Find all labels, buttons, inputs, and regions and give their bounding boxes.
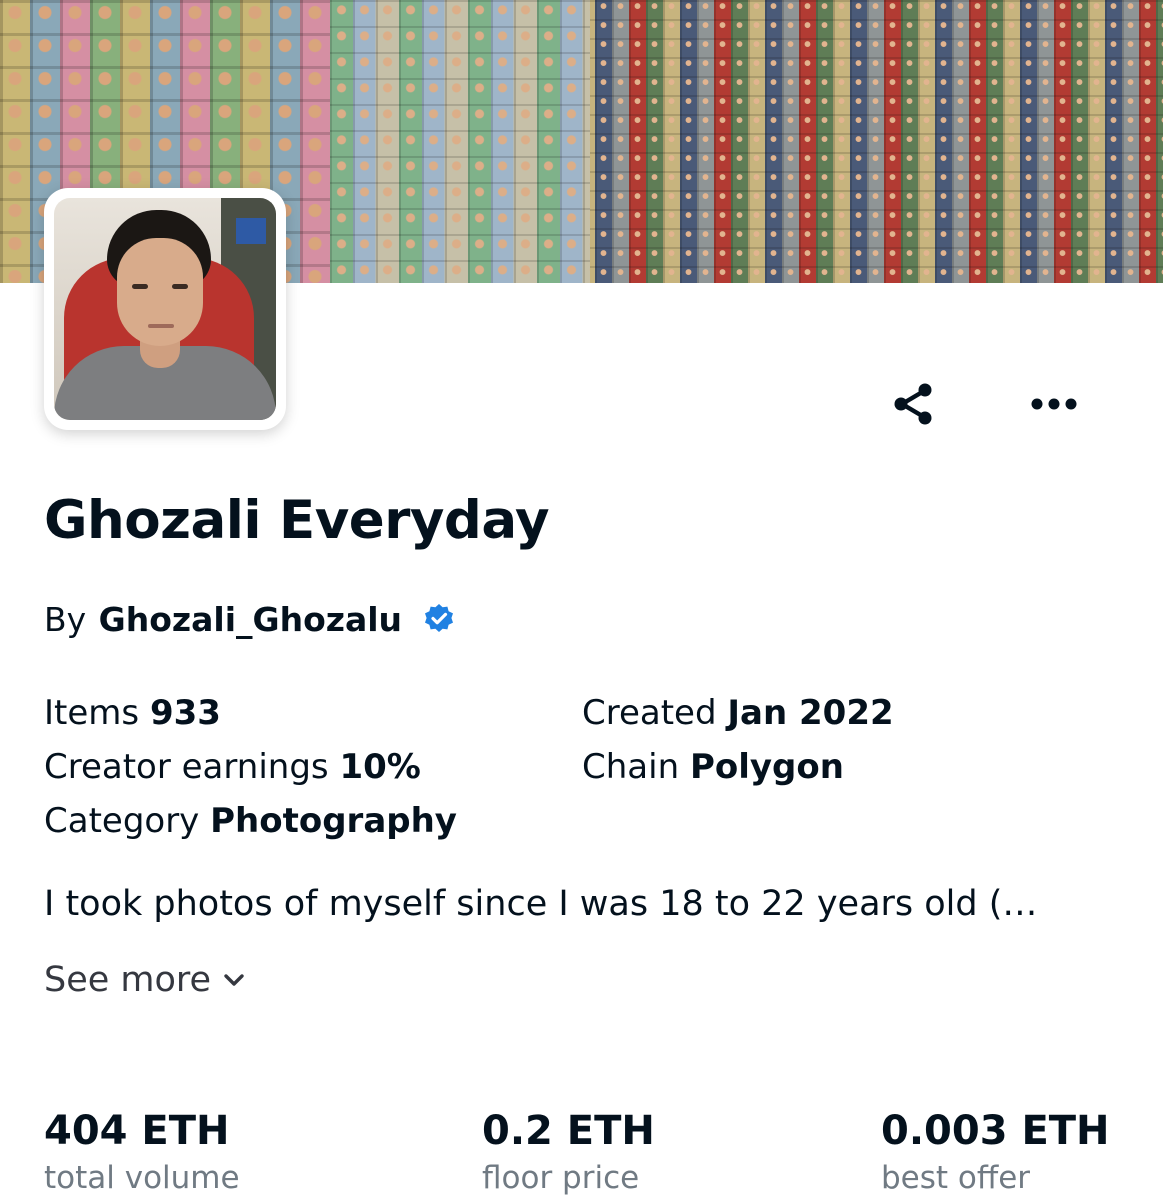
detail-created: Created Jan 2022 — [582, 693, 894, 733]
stat-value: 0.003 ETH — [881, 1108, 1110, 1154]
detail-chain: Chain Polygon — [582, 747, 844, 787]
see-more-label: See more — [44, 960, 212, 1000]
share-icon — [894, 383, 932, 425]
stat-floor-price: 0.2 ETH floor price — [482, 1106, 655, 1200]
collection-avatar[interactable] — [44, 188, 286, 430]
collection-title: Ghozali Everyday — [44, 490, 550, 551]
share-button[interactable] — [885, 378, 941, 430]
collection-description: I took photos of myself since I was 18 t… — [44, 884, 1038, 924]
see-more-button[interactable]: See more — [44, 960, 245, 1000]
by-prefix: By — [44, 600, 87, 639]
stat-total-volume: 404 ETH total volume — [44, 1106, 240, 1200]
stat-label: total volume — [44, 1160, 240, 1196]
stat-label: floor price — [482, 1160, 640, 1196]
more-options-button[interactable] — [1024, 384, 1084, 424]
creator-link[interactable]: Ghozali_Ghozalu — [99, 600, 402, 639]
creator-byline: By Ghozali_Ghozalu — [44, 600, 455, 639]
avatar-photo — [54, 198, 276, 420]
stat-value: 0.2 ETH — [482, 1108, 655, 1154]
stat-best-offer: 0.003 ETH best offer — [881, 1106, 1110, 1200]
detail-creator-earnings: Creator earnings 10% — [44, 747, 421, 787]
more-options-icon — [1031, 398, 1077, 410]
detail-category: Category Photography — [44, 801, 457, 841]
detail-items: Items 933 — [44, 693, 221, 733]
details-right: Created Jan 2022 Chain Polygon — [582, 686, 894, 794]
stat-value: 404 ETH — [44, 1108, 230, 1154]
collection-page: Ghozali Everyday By Ghozali_Ghozalu Item… — [0, 0, 1163, 1200]
verified-badge-icon — [424, 604, 453, 632]
details-left: Items 933 Creator earnings 10% Category … — [44, 686, 457, 848]
stat-label: best offer — [881, 1160, 1031, 1196]
chevron-down-icon — [224, 974, 244, 986]
